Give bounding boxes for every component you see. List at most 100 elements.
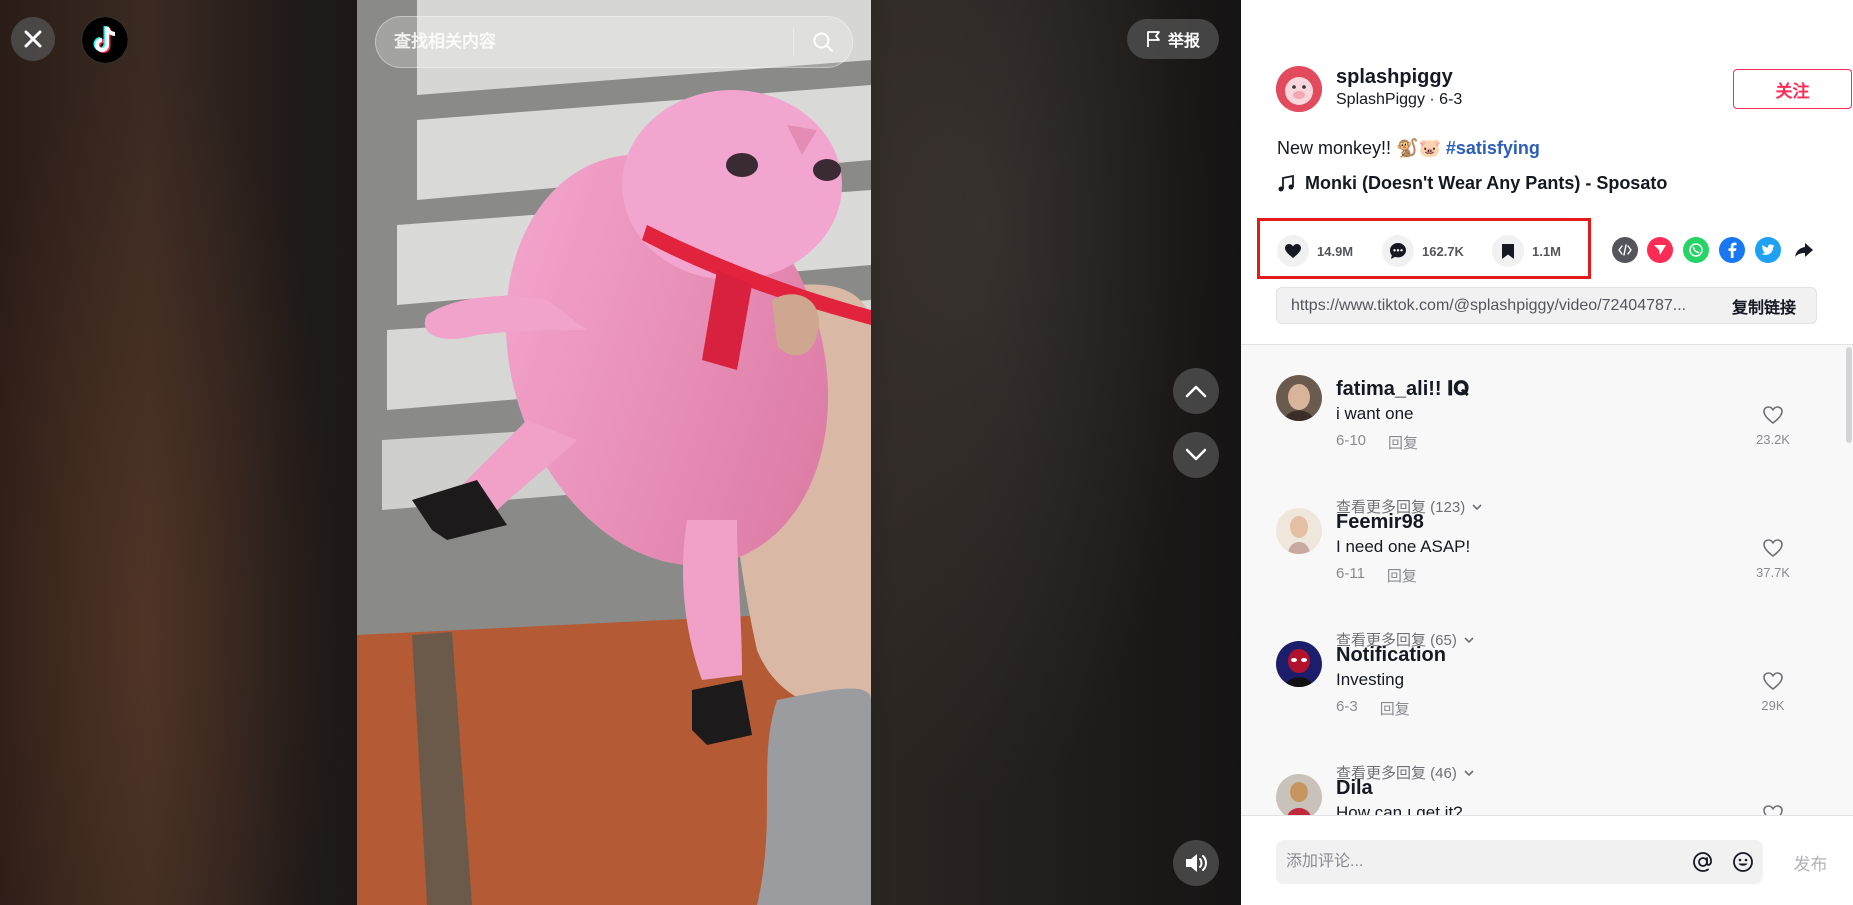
comment-item: Feemir98 I need one ASAP! 6-11 回复 查看更多回复… (1276, 508, 1821, 649)
whatsapp-icon (1689, 243, 1703, 257)
music-link[interactable]: Monki (Doesn't Wear Any Pants) - Sposato (1277, 173, 1667, 194)
author-nickname-date: SplashPiggy · 6-3 (1336, 91, 1463, 108)
commenter-avatar[interactable] (1276, 774, 1322, 815)
video-caption: New monkey!! 🐒🐷 #satisfying (1277, 138, 1540, 159)
bookmark-icon (1502, 243, 1514, 259)
comment-like-button[interactable]: 37.7K (1751, 538, 1795, 580)
send-icon (1654, 245, 1666, 255)
next-video-button[interactable] (1173, 432, 1219, 478)
user-avatar-icon (1276, 774, 1322, 815)
search-input[interactable] (376, 17, 793, 67)
comment-meta: 6-3 回复 (1336, 698, 1410, 719)
chevron-up-icon (1185, 385, 1207, 398)
commenter-avatar[interactable] (1276, 508, 1322, 554)
like-icon-wrap (1277, 235, 1309, 267)
embed-button[interactable] (1612, 237, 1638, 263)
facebook-share-button[interactable] (1719, 237, 1745, 263)
close-button[interactable] (11, 17, 55, 61)
comment-count: 162.7K (1422, 243, 1464, 259)
volume-button[interactable] (1173, 840, 1219, 886)
whatsapp-share-button[interactable] (1683, 237, 1709, 263)
music-title: Monki (Doesn't Wear Any Pants) - Sposato (1305, 173, 1668, 193)
volume-icon (1186, 854, 1207, 872)
comment-icon-wrap (1382, 235, 1414, 267)
at-mention-icon (1693, 852, 1712, 872)
comment-list-scrollbar[interactable] (1846, 347, 1852, 443)
reply-button[interactable]: 回复 (1380, 698, 1410, 719)
commenter-avatar[interactable] (1276, 375, 1322, 421)
comment-item: fatima_ali!! 𝐈𝐐 i want one 6-10 回复 查看更多回… (1276, 375, 1821, 516)
twitter-share-button[interactable] (1755, 237, 1781, 263)
hashtag-link[interactable]: #satisfying (1446, 138, 1540, 158)
comment-date: 6-10 (1336, 432, 1367, 449)
reply-button[interactable]: 回复 (1387, 565, 1417, 586)
chevron-down-icon (1185, 448, 1207, 461)
mention-button[interactable] (1683, 840, 1723, 884)
comment-input-box[interactable] (1276, 840, 1763, 884)
commenter-username[interactable]: Feemir98 (1336, 511, 1424, 534)
send-to-friends-button[interactable] (1647, 237, 1673, 263)
comment-date: 6-3 (1336, 698, 1358, 715)
comment-list[interactable]: fatima_ali!! 𝐈𝐐 i want one 6-10 回复 查看更多回… (1241, 345, 1853, 815)
author-username[interactable]: splashpiggy (1336, 66, 1453, 89)
comment-input[interactable] (1276, 840, 1683, 884)
heart-outline-icon (1763, 672, 1783, 691)
comment-like-button[interactable]: 29K (1751, 671, 1795, 713)
video-frame[interactable] (357, 0, 871, 905)
twitter-icon (1761, 244, 1775, 255)
post-comment-button[interactable]: 发布 (1783, 840, 1838, 884)
save-button[interactable]: 1.1M (1492, 235, 1561, 267)
emoji-icon (1733, 852, 1753, 872)
save-count: 1.1M (1532, 243, 1561, 259)
embed-icon (1618, 244, 1632, 256)
comment-like-count: 29K (1761, 698, 1785, 713)
follow-button[interactable]: 关注 (1733, 69, 1852, 109)
like-button[interactable]: 14.9M (1277, 235, 1353, 267)
like-count: 14.9M (1317, 243, 1354, 259)
save-icon-wrap (1492, 235, 1524, 267)
video-detail-panel: splashpiggy SplashPiggy · 6-3 关注 New mon… (1241, 0, 1853, 905)
comment-bubble-icon (1390, 243, 1406, 259)
comment-text: How can ı get it? (1336, 803, 1463, 815)
commenter-username[interactable]: Dila (1336, 777, 1373, 800)
comment-like-count: 23.2K (1756, 432, 1790, 447)
copy-link-button[interactable]: 复制链接 (1712, 294, 1816, 318)
facebook-icon (1728, 242, 1737, 258)
emoji-button[interactable] (1723, 840, 1763, 884)
comment-date: 6-11 (1336, 565, 1365, 582)
heart-outline-icon (1763, 539, 1783, 558)
report-button[interactable]: 举报 (1127, 19, 1219, 59)
caption-text: New monkey!! 🐒🐷 (1277, 138, 1446, 158)
more-share-button[interactable] (1791, 237, 1817, 263)
comment-like-button[interactable]: 23.2K (1751, 405, 1795, 447)
user-avatar-icon (1276, 375, 1322, 421)
engagement-actions-highlight: 14.9M 162.7K 1.1M (1257, 218, 1591, 279)
heart-outline-icon (1763, 406, 1783, 425)
author-info: splashpiggy SplashPiggy · 6-3 关注 (1276, 64, 1852, 114)
video-still-image (357, 0, 871, 905)
flag-icon (1147, 31, 1160, 47)
search-button[interactable] (794, 17, 852, 67)
reply-button[interactable]: 回复 (1388, 432, 1418, 453)
comment-like-button[interactable] (1751, 804, 1795, 815)
author-avatar[interactable] (1276, 66, 1322, 112)
music-note-icon (1278, 174, 1294, 191)
video-url-text: https://www.tiktok.com/@splashpiggy/vide… (1291, 296, 1687, 314)
heart-icon (1285, 244, 1301, 258)
previous-video-button[interactable] (1173, 368, 1219, 414)
commenter-username[interactable]: Notification (1336, 644, 1446, 667)
comment-button[interactable]: 162.7K (1382, 235, 1464, 267)
heart-outline-icon (1763, 805, 1783, 815)
video-player-area[interactable]: 举报 (0, 0, 1241, 905)
share-arrow-icon (1795, 243, 1813, 257)
video-blur-background-left (0, 0, 360, 905)
comment-composer: 发布 (1241, 815, 1853, 905)
comment-item: Notification Investing 6-3 回复 查看更多回复 (46… (1276, 641, 1821, 782)
tiktok-logo[interactable] (82, 17, 128, 63)
report-label: 举报 (1167, 33, 1200, 50)
comment-item: Dila How can ı get it? (1276, 774, 1821, 815)
commenter-username[interactable]: fatima_ali!! 𝐈𝐐 (1336, 378, 1469, 401)
close-icon (24, 30, 42, 48)
search-bar[interactable] (375, 16, 853, 68)
commenter-avatar[interactable] (1276, 641, 1322, 687)
